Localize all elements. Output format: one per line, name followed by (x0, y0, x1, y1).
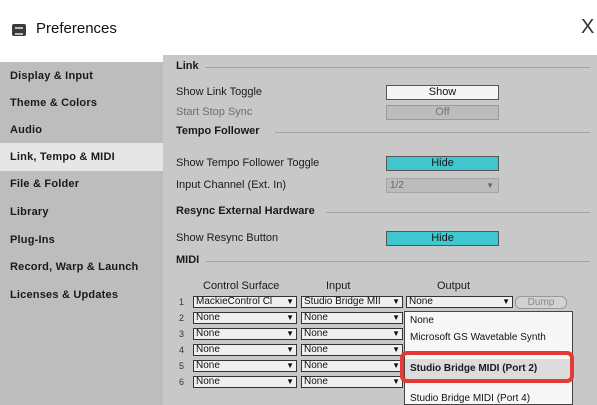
menu-item-studio-bridge-port-4[interactable]: Studio Bridge MIDI (Port 4) (410, 393, 530, 404)
control-surface-value: MackieControl Cl (196, 296, 273, 307)
midi-input-value: None (304, 344, 328, 355)
midi-input-select[interactable]: Studio Bridge MII ▼ (301, 296, 403, 308)
sidebar-item-library[interactable]: Library (0, 198, 163, 226)
chevron-down-icon: ▼ (285, 313, 294, 323)
sidebar-item-file-folder[interactable]: File & Folder (0, 170, 163, 198)
section-title-midi: MIDI (176, 254, 200, 266)
chevron-down-icon: ▼ (391, 329, 400, 339)
input-channel-label: Input Channel (Ext. In) (176, 179, 287, 191)
chevron-down-icon: ▼ (486, 181, 494, 190)
section-divider (206, 261, 590, 262)
chevron-down-icon: ▼ (285, 297, 294, 307)
chevron-down-icon: ▼ (391, 345, 400, 355)
control-surface-value: None (196, 376, 220, 387)
show-link-toggle-button[interactable]: Show (386, 85, 499, 100)
control-surface-value: None (196, 312, 220, 323)
highlight-annotation (400, 351, 574, 383)
sidebar-item-audio[interactable]: Audio (0, 116, 163, 144)
chevron-down-icon: ▼ (285, 329, 294, 339)
control-surface-value: None (196, 360, 220, 371)
midi-row-number: 5 (179, 361, 185, 371)
column-header-output: Output (437, 280, 471, 292)
sidebar-item-record-warp-launch[interactable]: Record, Warp & Launch (0, 253, 163, 281)
control-surface-value: None (196, 328, 220, 339)
chevron-down-icon: ▼ (391, 377, 400, 387)
midi-row-number: 1 (179, 297, 185, 307)
section-divider (205, 67, 590, 68)
section-title-tempo-follower: Tempo Follower (176, 125, 260, 137)
sidebar-item-display-input[interactable]: Display & Input (0, 62, 163, 90)
chevron-down-icon: ▼ (285, 345, 294, 355)
show-tempo-follower-toggle-button[interactable]: Hide (386, 156, 499, 171)
menu-item-none[interactable]: None (410, 315, 434, 326)
show-link-toggle-label: Show Link Toggle (176, 86, 263, 98)
input-channel-select[interactable]: 1/2 ▼ (386, 178, 499, 193)
midi-output-select[interactable]: None ▼ (406, 296, 513, 308)
midi-row-number: 6 (179, 377, 185, 387)
column-header-input: Input (326, 280, 351, 292)
section-title-resync: Resync External Hardware (176, 205, 315, 217)
chevron-down-icon: ▼ (391, 313, 400, 323)
midi-input-select[interactable]: None ▼ (301, 376, 403, 388)
midi-input-select[interactable]: None ▼ (301, 312, 403, 324)
midi-row-number: 3 (179, 329, 185, 339)
midi-input-select[interactable]: None ▼ (301, 328, 403, 340)
control-surface-select[interactable]: None ▼ (193, 312, 297, 324)
show-tempo-follower-toggle-label: Show Tempo Follower Toggle (176, 157, 320, 169)
start-stop-sync-label: Start Stop Sync (176, 106, 253, 118)
sidebar-item-plug-ins[interactable]: Plug-Ins (0, 226, 163, 254)
chevron-down-icon: ▼ (391, 297, 400, 307)
show-resync-button-label: Show Resync Button (176, 232, 279, 244)
control-surface-select[interactable]: None ▼ (193, 376, 297, 388)
chevron-down-icon: ▼ (285, 361, 294, 371)
midi-input-select[interactable]: None ▼ (301, 360, 403, 372)
control-surface-value: None (196, 344, 220, 355)
midi-input-value: None (304, 360, 328, 371)
midi-input-value: None (304, 312, 328, 323)
window-title: Preferences (36, 20, 117, 37)
input-channel-value: 1/2 (390, 180, 404, 191)
app-icon (12, 24, 26, 36)
midi-output-value: None (409, 296, 433, 307)
section-divider (275, 132, 590, 133)
midi-input-value: Studio Bridge MII (304, 296, 381, 307)
chevron-down-icon: ▼ (501, 297, 510, 307)
sidebar: Display & Input Theme & Colors Audio Lin… (0, 62, 163, 405)
chevron-down-icon: ▼ (285, 377, 294, 387)
control-surface-select[interactable]: None ▼ (193, 344, 297, 356)
title-bar: Preferences X (0, 0, 597, 62)
show-resync-button-toggle[interactable]: Hide (386, 231, 499, 246)
midi-row-number: 2 (179, 313, 185, 323)
chevron-down-icon: ▼ (391, 361, 400, 371)
close-button[interactable]: X (581, 17, 594, 37)
midi-input-select[interactable]: None ▼ (301, 344, 403, 356)
sidebar-item-theme-colors[interactable]: Theme & Colors (0, 89, 163, 117)
dump-button[interactable]: Dump (515, 296, 567, 309)
sidebar-item-link-tempo-midi[interactable]: Link, Tempo & MIDI (0, 143, 163, 171)
column-header-control-surface: Control Surface (203, 280, 280, 292)
section-divider (326, 212, 590, 213)
midi-input-value: None (304, 376, 328, 387)
midi-input-value: None (304, 328, 328, 339)
control-surface-select[interactable]: None ▼ (193, 328, 297, 340)
midi-row-number: 4 (179, 345, 185, 355)
section-title-link: Link (176, 60, 199, 72)
sidebar-item-licenses-updates[interactable]: Licenses & Updates (0, 281, 163, 309)
start-stop-sync-button[interactable]: Off (386, 105, 499, 120)
control-surface-select[interactable]: None ▼ (193, 360, 297, 372)
menu-item-gs-wavetable[interactable]: Microsoft GS Wavetable Synth (410, 332, 546, 343)
control-surface-select[interactable]: MackieControl Cl ▼ (193, 296, 297, 308)
